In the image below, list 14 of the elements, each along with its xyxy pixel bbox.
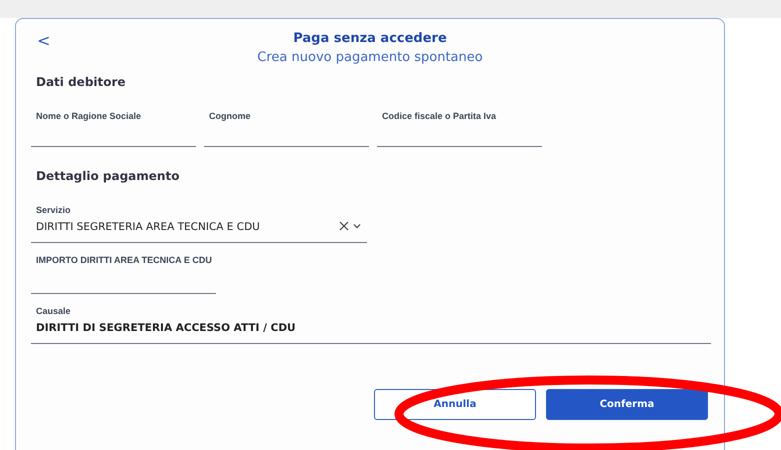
text-field[interactable]: Nome o Ragione Sociale: [31, 111, 196, 147]
text-field[interactable]: Cognome: [204, 111, 369, 147]
chevron-down-icon[interactable]: [353, 223, 361, 229]
page-subtitle: Crea nuovo pagamento spontaneo: [257, 50, 483, 65]
reason-field[interactable]: Causale DIRITTI DI SEGRETERIA ACCESSO ATTI / CDU: [31, 306, 711, 344]
back-button[interactable]: <: [31, 31, 56, 50]
amount-field[interactable]: IMPORTO DIRITTI AREA TECNICA E CDU: [31, 255, 216, 294]
page-title: Paga senza accedere: [293, 31, 447, 46]
close-icon[interactable]: [339, 221, 349, 231]
section-heading: Dati debitore: [36, 75, 127, 89]
confirm-button[interactable]: Conferma: [546, 389, 708, 420]
service-select[interactable]: Servizio DIRITTI SEGRETERIA AREA TECNICA E CDU: [31, 205, 367, 243]
text-field[interactable]: Codice fiscale o Partita Iva: [377, 111, 542, 147]
section-heading: Dettaglio pagamento: [36, 169, 180, 183]
